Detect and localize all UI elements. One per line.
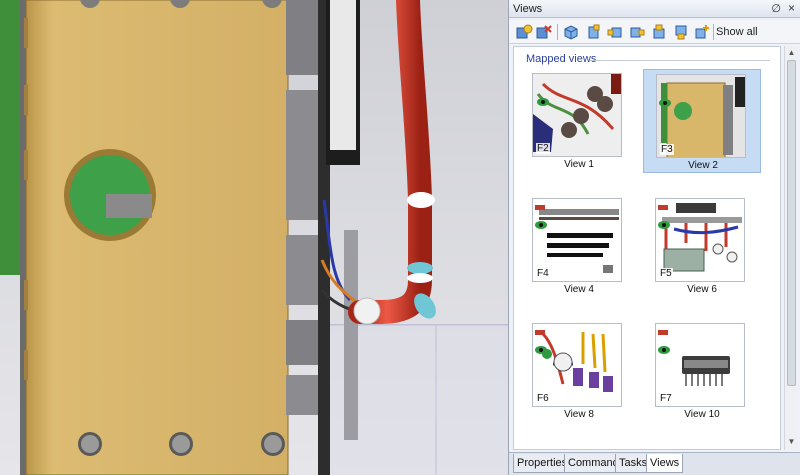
view-shortcut-key: F6 [536,393,550,404]
cube-top-icon[interactable] [650,23,668,41]
group-divider [590,60,770,61]
tab-command[interactable]: Command [564,454,623,473]
delete-view-icon[interactable] [535,23,553,41]
toolbar-separator [557,24,558,40]
view-shortcut-key: F2 [536,143,550,154]
tab-properties[interactable]: Properties [513,454,572,473]
view-shortcut-key: F3 [660,144,674,155]
view-label: View 1 [564,159,594,170]
view-label: View 8 [564,409,594,420]
views-toolbar: Show all [509,20,800,44]
view-thumbnail-4[interactable]: F4 View 4 [520,194,638,298]
3d-scene [0,0,508,475]
panel-header: Views ∅ × [509,0,800,18]
views-panel: Views ∅ × Show all Mapped views F2 View … [508,0,800,475]
app-window: Views ∅ × Show all Mapped views F2 View … [0,0,800,475]
mapped-views-list: Mapped views F2 View 1 F3 View 2 F4 View… [513,46,781,450]
view-preview-image: F4 [532,198,622,282]
cube-right-icon[interactable] [628,23,646,41]
pin-icon[interactable]: ∅ [771,2,781,15]
view-shortcut-key: F5 [659,268,673,279]
show-all-button[interactable]: Show all [716,26,758,38]
cube-left-icon[interactable] [606,23,624,41]
group-label: Mapped views [526,53,597,65]
3d-viewport[interactable] [0,0,508,475]
map-view-icon[interactable] [515,23,533,41]
close-icon[interactable]: × [788,1,795,15]
cube-bottom-icon[interactable] [672,23,690,41]
view-label: View 10 [684,409,720,420]
scroll-up-icon[interactable]: ▲ [787,48,796,57]
tab-views[interactable]: Views [646,454,684,473]
view-thumbnail-10[interactable]: F7 View 10 [643,319,761,423]
view-shortcut-key: F7 [659,393,673,404]
view-thumbnail-1[interactable]: F2 View 1 [520,69,638,173]
view-preview-image: F7 [655,323,745,407]
view-thumbnail-6[interactable]: F5 View 6 [643,194,761,298]
view-label: View 4 [564,284,594,295]
view-thumbnail-2[interactable]: F3 View 2 [643,69,761,173]
view-shortcut-key: F4 [536,268,550,279]
view-preview-image: F3 [656,74,746,158]
view-label: View 2 [688,160,718,171]
view-preview-image: F5 [655,198,745,282]
cube-front-icon[interactable] [562,23,580,41]
scrollbar-thumb[interactable] [787,60,796,386]
view-thumbnail-8[interactable]: F6 View 8 [520,319,638,423]
vertical-scrollbar[interactable]: ▲ ▼ [784,46,797,450]
toolbar-separator [713,24,714,40]
panel-tabs: Properties Command Tasks Views [509,452,800,475]
cube-add-icon[interactable] [693,23,711,41]
view-preview-image: F6 [532,323,622,407]
panel-title: Views [513,3,543,15]
view-label: View 6 [687,284,717,295]
scroll-down-icon[interactable]: ▼ [787,437,796,446]
cube-back-icon[interactable] [584,23,602,41]
view-preview-image: F2 [532,73,622,157]
